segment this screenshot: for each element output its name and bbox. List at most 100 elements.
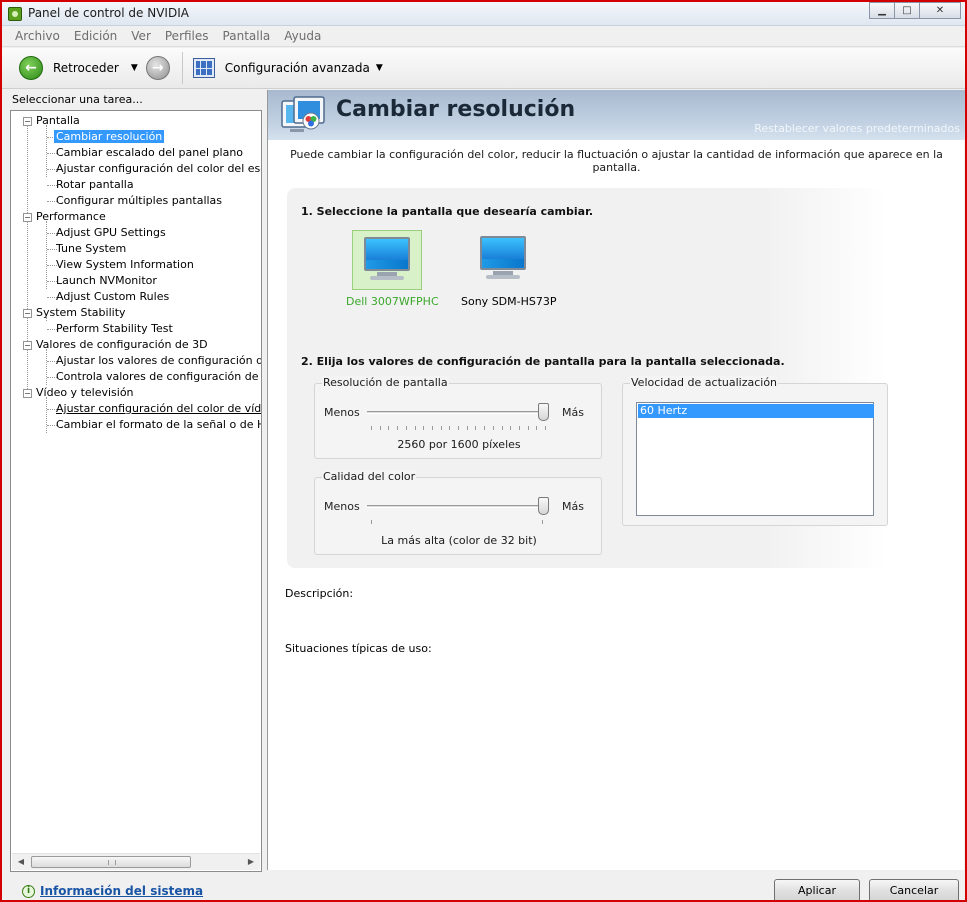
resolution-group: Resolución de pantalla Menos Más 2560 po… [314, 376, 602, 459]
tree-collapse-icon[interactable]: − [23, 213, 32, 222]
resolution-value: 2560 por 1600 píxeles [397, 438, 521, 451]
back-dropdown-chevron-icon[interactable]: ▼ [131, 63, 138, 73]
tree-task-item[interactable]: Ajustar configuración del color del escr… [56, 161, 261, 177]
tree-item-label: Configurar múltiples pantallas [56, 194, 223, 207]
menu-perfiles[interactable]: Perfiles [158, 29, 216, 43]
color-quality-value: La más alta (color de 32 bit) [381, 534, 537, 547]
window-controls: ▁ □ ✕ [869, 2, 961, 20]
tree-item-label: Cambiar escalado del panel plano [56, 146, 244, 159]
refresh-rate-option[interactable]: 60 Hertz [638, 404, 874, 418]
tree-task-item[interactable]: Rotar pantalla [56, 177, 134, 193]
tree-item-label: Cambiar resolución [54, 130, 165, 143]
refresh-rate-group-title: Velocidad de actualización [630, 376, 779, 389]
cancel-button[interactable]: Cancelar [869, 879, 959, 900]
tree-category[interactable]: Vídeo y televisión [36, 385, 134, 401]
title-bar[interactable]: Panel de control de NVIDIA ▁ □ ✕ [2, 2, 965, 26]
resolution-slider-track[interactable] [367, 411, 549, 414]
tree-item-label: Perform Stability Test [56, 322, 173, 335]
refresh-rate-group: Velocidad de actualización 60 Hertz [622, 376, 888, 526]
scroll-left-icon[interactable]: ◀ [15, 856, 27, 868]
intro-text: Puede cambiar la configuración del color… [290, 148, 943, 174]
window-title: Panel de control de NVIDIA [28, 6, 189, 20]
tree-item-label: Cambiar el formato de la señal o de HD [56, 418, 262, 431]
display-dell-label[interactable]: Dell 3007WFPHC [346, 295, 439, 308]
tree-item-label: View System Information [56, 258, 194, 271]
display-dell[interactable] [352, 230, 422, 290]
slider-tick [431, 426, 433, 430]
tree-task-item[interactable]: Launch NVMonitor [56, 273, 157, 289]
tree-collapse-icon[interactable]: − [23, 117, 32, 126]
tree-horizontal-scrollbar[interactable]: ◀ ▶ [12, 853, 260, 870]
tree-category[interactable]: Pantalla [36, 113, 80, 129]
slider-tick [449, 426, 451, 430]
back-arrow-icon[interactable]: ← [19, 56, 43, 80]
apply-button[interactable]: Aplicar [774, 879, 860, 900]
advanced-dropdown-chevron-icon[interactable]: ▼ [376, 63, 383, 73]
tree-item-label: Valores de configuración de 3D [36, 338, 208, 351]
tree-task-item[interactable]: Ajustar configuración del color de vídeo [56, 401, 261, 417]
color-quality-slider-track[interactable] [367, 505, 549, 508]
tree-task-item[interactable]: Controla valores de configuración de 3D [56, 369, 261, 385]
tree-item-label: Ajustar los valores de configuración de … [56, 354, 261, 367]
tree-category[interactable]: System Stability [36, 305, 126, 321]
color-quality-slider-thumb[interactable] [538, 497, 549, 515]
task-sidebar: Seleccionar una tarea... − Pantalla Cambia… [8, 90, 263, 876]
tree-task-item[interactable]: View System Information [56, 257, 194, 273]
display-sony-label[interactable]: Sony SDM-HS73P [461, 295, 557, 308]
forward-arrow-icon[interactable]: → [145, 56, 170, 80]
resolution-min-label: Menos [324, 406, 360, 419]
advanced-settings-button[interactable]: Configuración avanzada [225, 61, 370, 75]
display-sony[interactable] [471, 230, 535, 290]
task-label: Seleccionar una tarea... [12, 93, 143, 106]
scrollbar-thumb[interactable] [31, 856, 191, 868]
tree-category[interactable]: Performance [36, 209, 106, 225]
slider-tick [440, 426, 442, 430]
menu-archivo[interactable]: Archivo [8, 29, 67, 43]
tree-category[interactable]: Valores de configuración de 3D [36, 337, 208, 353]
nvidia-control-panel-window: Panel de control de NVIDIA ▁ □ ✕ Archivo… [0, 0, 967, 902]
page-header: Cambiar resolución Restablecer valores p… [268, 90, 965, 140]
menu-pantalla[interactable]: Pantalla [216, 29, 278, 43]
slider-tick [475, 426, 477, 430]
tree-task-item[interactable]: Ajustar los valores de configuración de … [56, 353, 261, 369]
menu-ayuda[interactable]: Ayuda [277, 29, 328, 43]
tree-task-item[interactable]: Configurar múltiples pantallas [56, 193, 222, 209]
refresh-rate-list[interactable]: 60 Hertz [636, 402, 874, 516]
color-quality-min-label: Menos [324, 500, 360, 513]
nvidia-app-icon [8, 7, 22, 21]
tree-task-item[interactable]: Perform Stability Test [56, 321, 173, 337]
slider-tick [536, 426, 538, 430]
page-title: Cambiar resolución [336, 97, 576, 122]
slider-tick [388, 426, 390, 430]
slider-tick [458, 426, 459, 430]
menu-edicion[interactable]: Edición [67, 29, 124, 43]
resolution-max-label: Más [562, 406, 584, 419]
tree-task-item[interactable]: Cambiar el formato de la señal o de HD [56, 417, 262, 433]
close-button[interactable]: ✕ [919, 2, 961, 19]
tree-collapse-icon[interactable]: − [23, 341, 32, 350]
tree-collapse-icon[interactable]: − [23, 389, 32, 398]
tree-task-item[interactable]: Tune System [56, 241, 126, 257]
display-settings-icon [281, 96, 325, 132]
restore-defaults-link[interactable]: Restablecer valores predeterminados [754, 122, 960, 135]
tree-task-item[interactable]: Adjust GPU Settings [56, 225, 166, 241]
advanced-settings-grid-icon[interactable] [192, 58, 215, 78]
scroll-right-icon[interactable]: ▶ [245, 856, 257, 868]
slider-tick [379, 426, 381, 430]
minimize-button[interactable]: ▁ [869, 2, 895, 19]
tree-task-item[interactable]: Cambiar resolución [54, 129, 165, 145]
menu-ver[interactable]: Ver [124, 29, 158, 43]
tree-task-item[interactable]: Cambiar escalado del panel plano [56, 145, 243, 161]
tree-task-item[interactable]: Adjust Custom Rules [56, 289, 169, 305]
tree-item-label: Performance [36, 210, 106, 223]
menu-bar: Archivo Edición Ver Perfiles Pantalla Ay… [2, 26, 965, 47]
tree-item-label: Adjust GPU Settings [56, 226, 166, 239]
maximize-button[interactable]: □ [894, 2, 920, 19]
system-info-link[interactable]: Información del sistema [40, 884, 203, 898]
back-button-label[interactable]: Retroceder [53, 61, 119, 75]
resolution-slider-thumb[interactable] [538, 403, 549, 421]
color-quality-group: Calidad del color Menos Más La más alta … [314, 470, 602, 555]
slider-tick [492, 426, 494, 430]
content-panel: Cambiar resolución Restablecer valores p… [267, 90, 965, 870]
tree-collapse-icon[interactable]: − [23, 309, 32, 318]
